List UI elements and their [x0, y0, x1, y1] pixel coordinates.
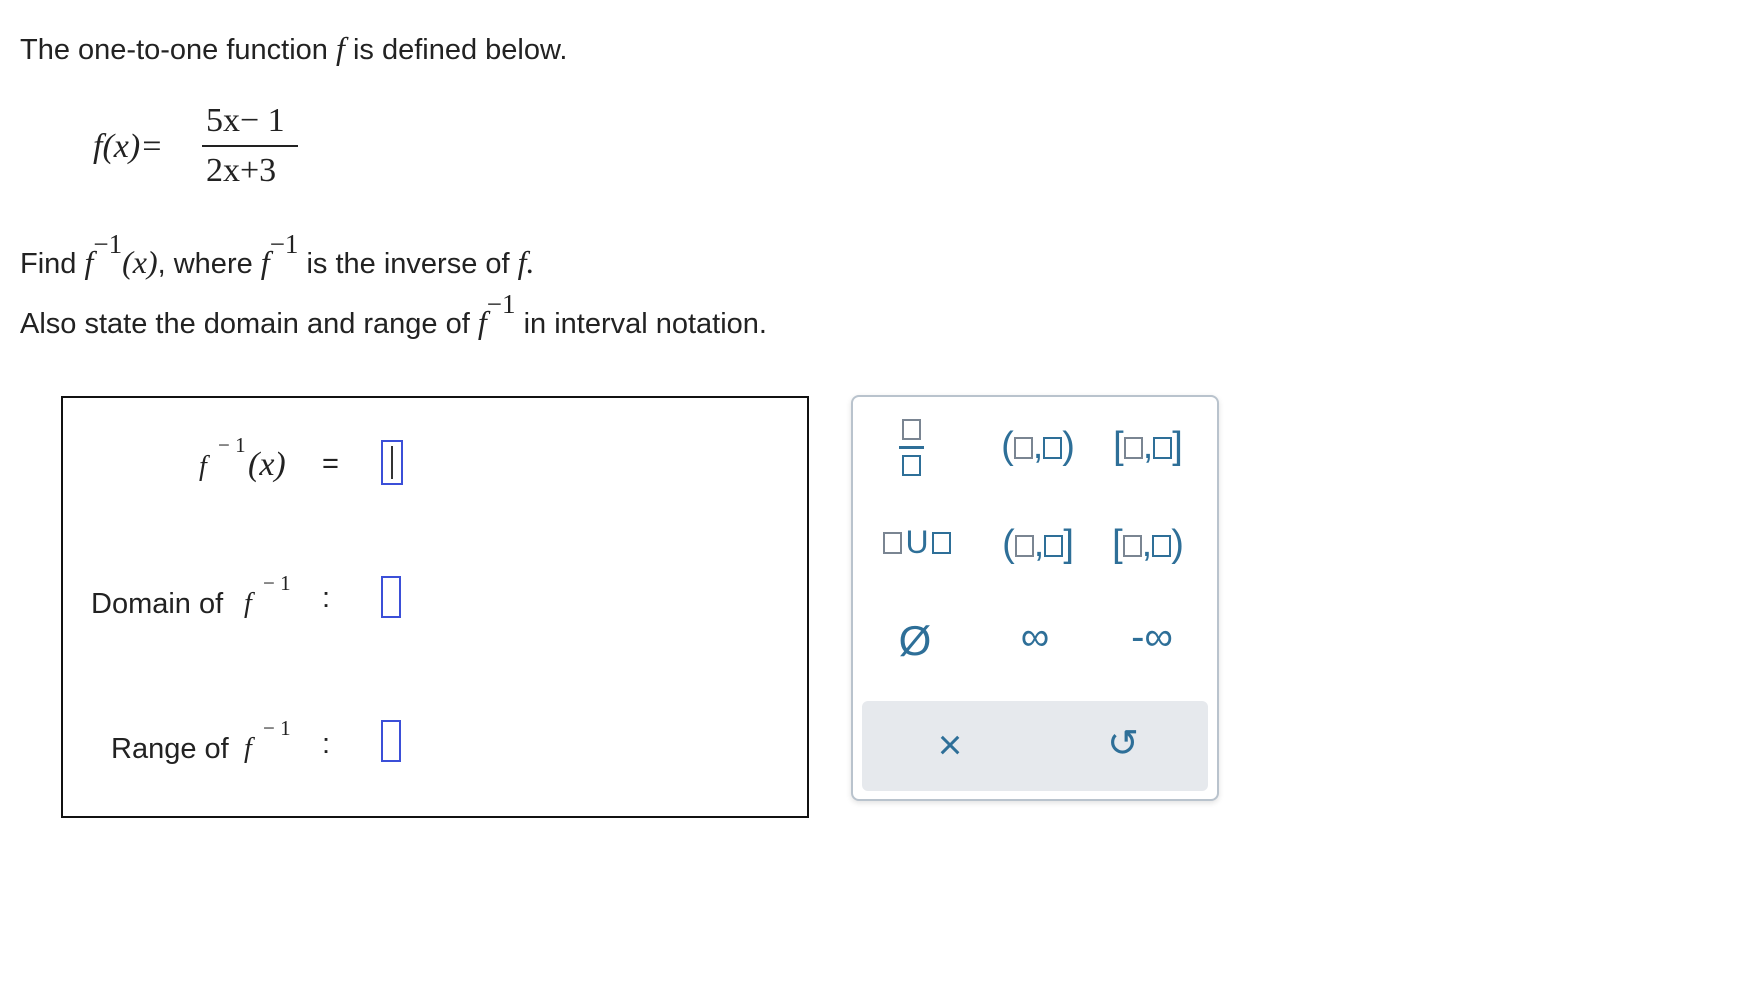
symbol-palette: (,) [,] U (,] [,) Ø ∞ -∞ × ↺ [851, 395, 1219, 801]
undo-button[interactable]: ↺ [1103, 721, 1143, 766]
numerator-box [902, 419, 921, 440]
colon: : [322, 728, 331, 760]
union-button[interactable]: U [882, 524, 952, 561]
inverse-exponent: − 1 [218, 433, 246, 457]
inverse-text: is the inverse of [306, 248, 510, 280]
inverse-exponent: −1 [269, 229, 299, 259]
f-inverse-symbol: f [477, 304, 487, 340]
x-argument: (x) [122, 244, 158, 280]
inverse-function-input[interactable] [381, 440, 403, 485]
f-inverse-symbol: f [260, 244, 270, 280]
colon: : [322, 582, 331, 614]
f-symbol: f. [517, 244, 535, 280]
range-input[interactable] [381, 720, 401, 762]
answer-box: f − 1 (x) = Domain of f − 1 : Range of f… [61, 396, 809, 818]
text-cursor [391, 446, 393, 479]
intro-text-end: is defined below. [352, 34, 568, 66]
domain-label: Domain of [91, 588, 224, 620]
denominator-box [902, 455, 921, 476]
x-argument: (x) [248, 446, 286, 483]
f-inverse-symbol: f [244, 588, 252, 619]
palette-action-bar: × ↺ [862, 701, 1208, 791]
empty-set-button[interactable]: Ø [893, 617, 937, 665]
negative-infinity-button[interactable]: -∞ [1119, 615, 1185, 660]
fraction-bar [202, 145, 298, 147]
definition-denominator: 2x+3 [206, 152, 277, 189]
closed-closed-interval-button[interactable]: [,] [1106, 425, 1190, 468]
definition-numerator: 5x− 1 [206, 102, 285, 139]
find-text: Find [20, 248, 77, 280]
range-label: Range of [111, 733, 229, 765]
inverse-exponent: − 1 [263, 571, 291, 595]
equals-sign: = [322, 448, 339, 480]
domain-input[interactable] [381, 576, 401, 618]
infinity-button[interactable]: ∞ [1013, 615, 1057, 660]
intro-line: The one-to-one function f is defined bel… [20, 30, 567, 67]
find-line: Find f−1(x), where f−1 is the inverse of… [20, 229, 535, 281]
closed-open-interval-button[interactable]: [,) [1106, 523, 1190, 566]
open-closed-interval-button[interactable]: (,] [996, 523, 1080, 566]
fraction-button[interactable] [893, 419, 933, 483]
also-line: Also state the domain and range of f−1 i… [20, 289, 767, 341]
intro-text: The one-to-one function [20, 34, 328, 66]
f-inverse-symbol: f [199, 451, 207, 482]
definition-lhs: f(x)= [93, 128, 164, 165]
inverse-exponent: − 1 [263, 716, 291, 740]
f-inverse-symbol: f [244, 733, 252, 764]
inverse-exponent: −1 [486, 289, 516, 319]
also-text-end: in interval notation. [523, 308, 767, 340]
where-text: , where [157, 248, 253, 280]
also-text: Also state the domain and range of [20, 308, 470, 340]
open-open-interval-button[interactable]: (,) [996, 425, 1080, 468]
inverse-exponent: −1 [93, 229, 123, 259]
f-symbol: f [336, 30, 345, 66]
fraction-line [899, 446, 924, 449]
clear-button[interactable]: × [930, 721, 970, 769]
